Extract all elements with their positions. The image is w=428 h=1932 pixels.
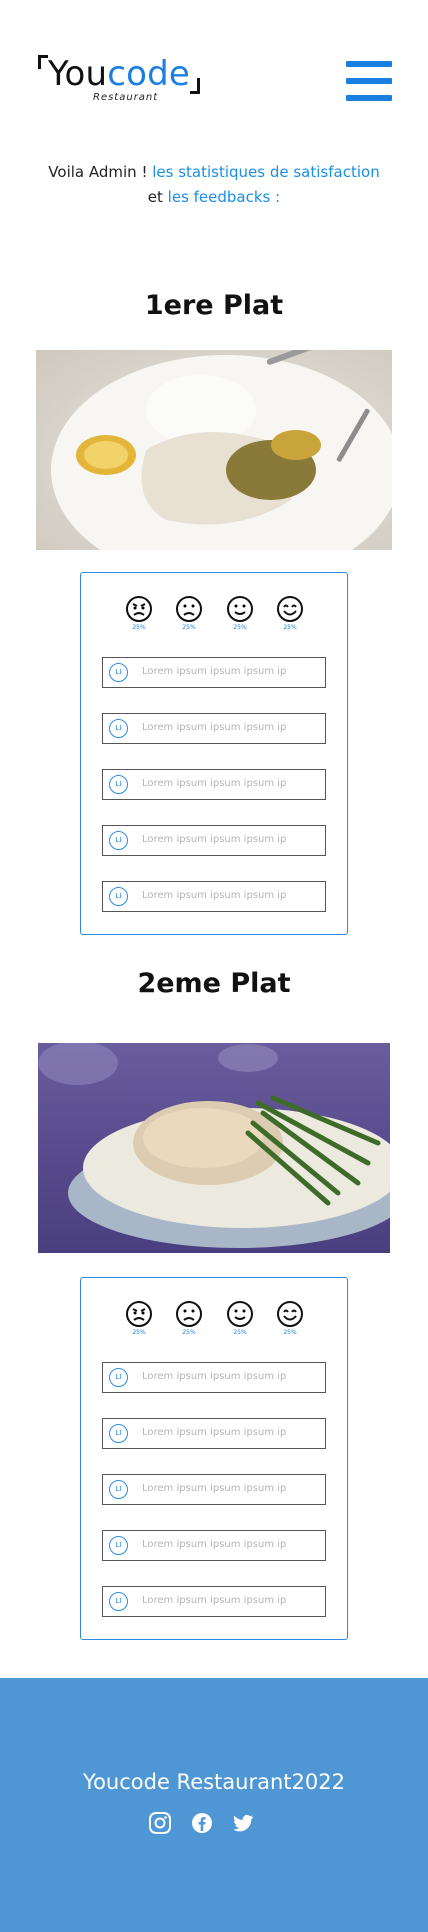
dish-photo-1 <box>36 350 392 550</box>
smile-face-icon[interactable]: 25% <box>225 1300 255 1336</box>
rating-percent: 25% <box>233 624 247 631</box>
feedback-text: Lorem ipsum ipsum ipsum ip <box>142 1595 287 1606</box>
instagram-icon[interactable] <box>148 1811 172 1835</box>
satisfaction-card-2: 25% 25% 25% 25% LI Lorem ipsum ipsum ipsu… <box>80 1277 348 1640</box>
logo[interactable]: Youcode Restaurant <box>38 52 204 104</box>
social-links <box>0 1811 428 1837</box>
feedback-item[interactable]: LI Lorem ipsum ipsum ipsum ip <box>102 825 326 856</box>
intro-text: Voila Admin ! les statistiques de satisf… <box>0 160 428 210</box>
logo-code: code <box>107 54 191 94</box>
sad-face-icon[interactable]: 25% <box>174 595 204 631</box>
feedback-text: Lorem ipsum ipsum ipsum ip <box>142 722 287 733</box>
feedback-item[interactable]: LI Lorem ipsum ipsum ipsum ip <box>102 1362 326 1393</box>
rating-percent: 25% <box>283 624 297 631</box>
logo-you: You <box>48 54 108 94</box>
feedback-text: Lorem ipsum ipsum ipsum ip <box>142 1427 287 1438</box>
feedback-item[interactable]: LI Lorem ipsum ipsum ipsum ip <box>102 1586 326 1617</box>
facebook-icon[interactable] <box>190 1811 214 1835</box>
feedback-item[interactable]: LI Lorem ipsum ipsum ipsum ip <box>102 713 326 744</box>
intro-middle: et <box>147 188 168 206</box>
satisfaction-ratings: 25% 25% 25% 25% <box>81 1300 347 1340</box>
avatar: LI <box>109 775 128 794</box>
logo-corner-bottom-right <box>190 78 200 94</box>
avatar: LI <box>109 1424 128 1443</box>
feedback-item[interactable]: LI Lorem ipsum ipsum ipsum ip <box>102 657 326 688</box>
feedback-text: Lorem ipsum ipsum ipsum ip <box>142 666 287 677</box>
feedback-item[interactable]: LI Lorem ipsum ipsum ipsum ip <box>102 1474 326 1505</box>
satisfaction-ratings: 25% 25% 25% 25% <box>81 595 347 635</box>
avatar: LI <box>109 887 128 906</box>
angry-face-icon[interactable]: 25% <box>124 595 154 631</box>
rating-percent: 25% <box>132 1329 146 1336</box>
sad-face-icon[interactable]: 25% <box>174 1300 204 1336</box>
rating-percent: 25% <box>132 624 146 631</box>
hamburger-menu-icon[interactable] <box>346 61 392 102</box>
logo-wordmark: Youcode <box>48 54 190 94</box>
smile-face-icon[interactable]: 25% <box>225 595 255 631</box>
twitter-icon[interactable] <box>231 1811 255 1835</box>
satisfaction-card-1: 25% 25% 25% 25% LI Lorem ipsum ipsum ipsu… <box>80 572 348 935</box>
rating-percent: 25% <box>283 1329 297 1336</box>
feedback-item[interactable]: LI Lorem ipsum ipsum ipsum ip <box>102 1418 326 1449</box>
rating-percent: 25% <box>233 1329 247 1336</box>
statistics-link[interactable]: les statistiques de satisfaction <box>152 163 379 181</box>
dish-title-1: 1ere Plat <box>144 290 284 321</box>
dish-title-2: 2eme Plat <box>137 968 291 999</box>
rating-percent: 25% <box>182 624 196 631</box>
header: Youcode Restaurant <box>0 0 428 120</box>
feedback-item[interactable]: LI Lorem ipsum ipsum ipsum ip <box>102 881 326 912</box>
footer: Youcode Restaurant2022 <box>0 1678 428 1932</box>
avatar: LI <box>109 1592 128 1611</box>
angry-face-icon[interactable]: 25% <box>124 1300 154 1336</box>
logo-subtitle: Restaurant <box>93 92 159 103</box>
feedback-item[interactable]: LI Lorem ipsum ipsum ipsum ip <box>102 769 326 800</box>
rating-percent: 25% <box>182 1329 196 1336</box>
happy-face-icon[interactable]: 25% <box>275 595 305 631</box>
avatar: LI <box>109 1536 128 1555</box>
footer-brand: Youcode Restaurant2022 <box>83 1770 345 1794</box>
feedback-item[interactable]: LI Lorem ipsum ipsum ipsum ip <box>102 1530 326 1561</box>
avatar: LI <box>109 1368 128 1387</box>
dish-photo-2 <box>38 1043 390 1253</box>
feedback-text: Lorem ipsum ipsum ipsum ip <box>142 1539 287 1550</box>
feedback-text: Lorem ipsum ipsum ipsum ip <box>142 1483 287 1494</box>
avatar: LI <box>109 831 128 850</box>
feedback-text: Lorem ipsum ipsum ipsum ip <box>142 1371 287 1382</box>
logo-corner-top-left <box>38 55 48 69</box>
intro-prefix: Voila Admin ! <box>48 163 153 181</box>
feedback-text: Lorem ipsum ipsum ipsum ip <box>142 890 287 901</box>
feedbacks-link[interactable]: les feedbacks : <box>168 188 281 206</box>
avatar: LI <box>109 663 128 682</box>
feedback-text: Lorem ipsum ipsum ipsum ip <box>142 834 287 845</box>
happy-face-icon[interactable]: 25% <box>275 1300 305 1336</box>
feedback-text: Lorem ipsum ipsum ipsum ip <box>142 778 287 789</box>
avatar: LI <box>109 719 128 738</box>
avatar: LI <box>109 1480 128 1499</box>
